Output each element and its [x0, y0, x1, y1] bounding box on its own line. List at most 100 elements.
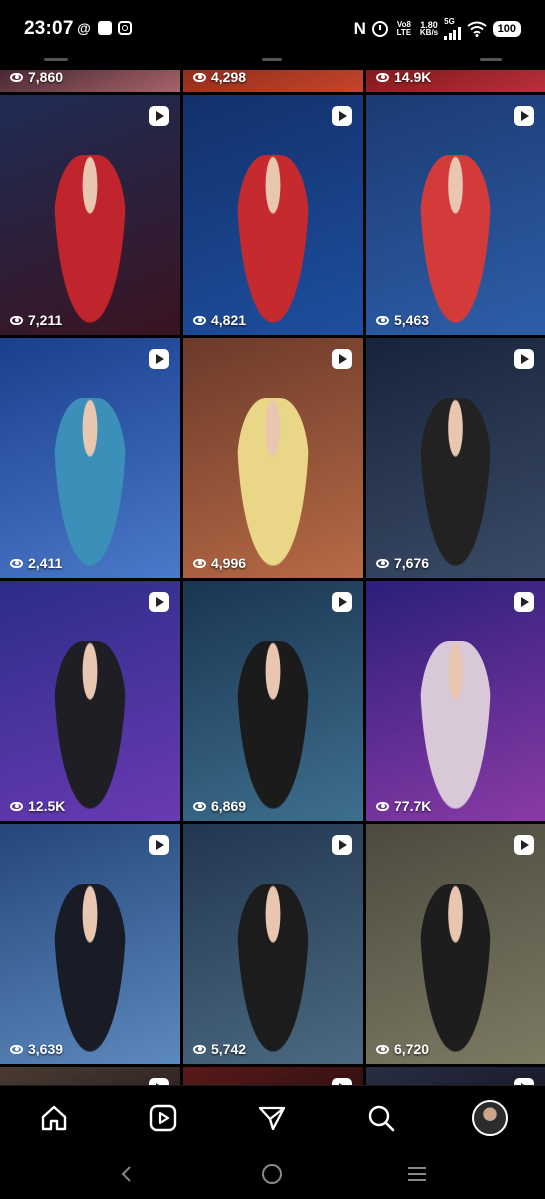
performer-silhouette	[419, 641, 492, 809]
performer-silhouette	[419, 155, 492, 323]
home-circle-icon[interactable]	[257, 1159, 287, 1189]
eye-icon	[193, 72, 206, 82]
eye-icon	[376, 558, 389, 568]
direct-message-icon[interactable]	[252, 1098, 292, 1138]
view-count-row: 7,676	[376, 555, 429, 571]
reel-thumbnail[interactable]: 12.5K	[0, 581, 180, 821]
performer-silhouette	[237, 398, 309, 566]
alarm-icon	[371, 21, 388, 37]
reel-indicator-icon	[149, 835, 169, 855]
eye-icon	[376, 801, 389, 811]
reel-thumbnail[interactable]: 5,463	[366, 95, 545, 335]
view-count: 14.9K	[394, 69, 432, 85]
performer-silhouette	[237, 641, 309, 809]
performer-silhouette	[419, 398, 492, 566]
performer-silhouette	[54, 641, 126, 809]
recents-icon[interactable]	[402, 1159, 432, 1189]
reel-indicator-icon	[149, 106, 169, 126]
view-count-row: 4,996	[193, 555, 246, 571]
reel-indicator-icon	[514, 106, 534, 126]
wifi-icon	[467, 21, 487, 37]
view-count: 77.7K	[394, 798, 432, 814]
view-count: 6,869	[211, 798, 247, 814]
reel-thumbnail[interactable]: 6,869	[183, 581, 363, 821]
reel-indicator-icon	[514, 1078, 534, 1085]
view-count: 7,211	[28, 312, 63, 328]
view-count: 2,411	[28, 555, 63, 571]
view-count-row: 4,298	[193, 69, 246, 85]
search-icon[interactable]	[361, 1098, 401, 1138]
reel-indicator-icon	[332, 1078, 352, 1085]
profile-avatar[interactable]	[470, 1098, 510, 1138]
performer-silhouette	[237, 155, 309, 323]
eye-icon	[193, 315, 206, 325]
reel-thumbnail[interactable]: 3,639	[0, 824, 180, 1064]
view-count-row: 5,742	[193, 1041, 246, 1057]
eye-icon	[376, 315, 389, 325]
reel-thumbnail-partial[interactable]	[366, 1067, 545, 1085]
performer-silhouette	[54, 884, 126, 1052]
tab-ghost	[480, 58, 502, 61]
eye-icon	[193, 1044, 206, 1054]
app-notification-icon	[98, 21, 112, 35]
network-label: Vo8 LTE	[396, 20, 412, 37]
eye-icon	[10, 1044, 23, 1054]
eye-icon	[10, 72, 23, 82]
network-speed: 1.80 KB/s	[420, 21, 438, 37]
reel-indicator-icon	[332, 106, 352, 126]
signal-bars-icon	[444, 26, 461, 40]
reel-thumbnail[interactable]: 4,996	[183, 338, 363, 578]
reel-thumbnail-partial[interactable]	[0, 1067, 180, 1085]
eye-icon	[376, 72, 389, 82]
view-count-row: 12.5K	[10, 798, 65, 814]
reel-thumbnail[interactable]: 7,676	[366, 338, 545, 578]
eye-icon	[10, 315, 23, 325]
reel-thumbnail[interactable]: 6,720	[366, 824, 545, 1064]
reel-thumbnail-partial[interactable]	[183, 1067, 363, 1085]
cell-signal: 5G	[444, 18, 461, 40]
reel-indicator-icon	[332, 835, 352, 855]
reel-thumbnail[interactable]: 5,742	[183, 824, 363, 1064]
signal-label: 5G	[444, 17, 455, 26]
view-count: 6,720	[394, 1041, 430, 1057]
back-icon[interactable]	[112, 1159, 142, 1189]
performer-silhouette	[54, 155, 126, 323]
view-count: 7,676	[394, 555, 430, 571]
view-count-row: 77.7K	[376, 798, 431, 814]
reel-indicator-icon	[149, 592, 169, 612]
view-count: 12.5K	[28, 798, 66, 814]
status-bar: 23:07 @ N Vo8 LTE 1.80 KB/s 5G 100	[0, 0, 545, 58]
instagram-icon	[118, 21, 132, 35]
performer-silhouette	[54, 398, 126, 566]
eye-icon	[193, 801, 206, 811]
reel-indicator-icon	[332, 349, 352, 369]
view-count-row: 5,463	[376, 312, 429, 328]
avatar	[472, 1100, 508, 1136]
battery-indicator: 100	[492, 21, 521, 37]
reels-grid[interactable]: 7,860 4,298 14.9K 7,211 4,821 5,463 2,411 4,996…	[0, 58, 545, 1085]
view-count-row: 4,821	[193, 312, 246, 328]
reels-icon[interactable]	[143, 1098, 183, 1138]
performer-silhouette	[419, 884, 492, 1052]
profile-tab-strip	[0, 58, 545, 70]
speed-unit: KB/s	[419, 28, 439, 37]
bottom-navigation	[0, 1085, 545, 1147]
view-count: 4,996	[211, 555, 247, 571]
reel-thumbnail[interactable]: 7,211	[0, 95, 180, 335]
view-count-row: 3,639	[10, 1041, 63, 1057]
eye-icon	[193, 558, 206, 568]
reel-indicator-icon	[514, 592, 534, 612]
reel-indicator-icon	[514, 349, 534, 369]
reel-thumbnail[interactable]: 77.7K	[366, 581, 545, 821]
reel-indicator-icon	[332, 592, 352, 612]
status-right-icons: N Vo8 LTE 1.80 KB/s 5G 100	[354, 18, 521, 40]
reel-indicator-icon	[514, 835, 534, 855]
status-time: 23:07	[24, 18, 74, 39]
reel-thumbnail[interactable]: 2,411	[0, 338, 180, 578]
eye-icon	[10, 801, 23, 811]
view-count: 5,463	[394, 312, 430, 328]
reel-thumbnail[interactable]: 4,821	[183, 95, 363, 335]
view-count-row: 6,720	[376, 1041, 429, 1057]
home-icon[interactable]	[34, 1098, 74, 1138]
view-count-row: 2,411	[10, 555, 62, 571]
